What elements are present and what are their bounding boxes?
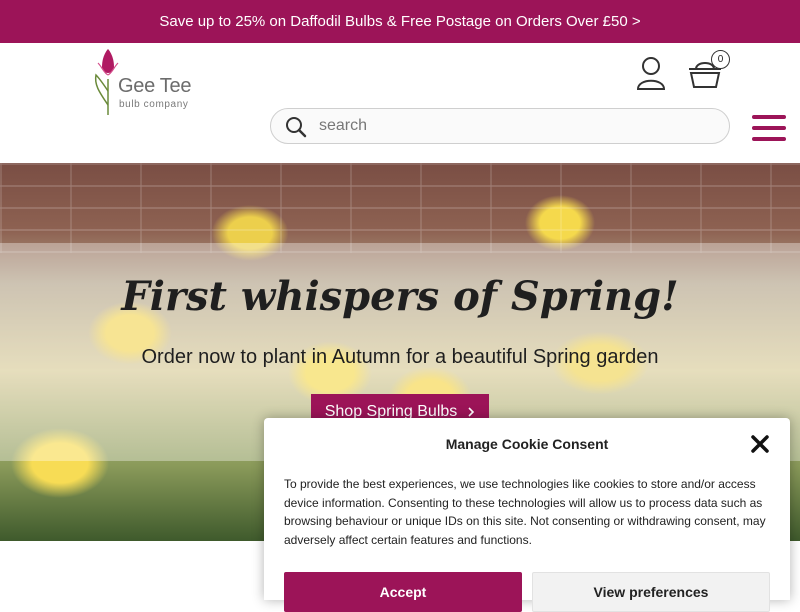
hamburger-menu-icon[interactable] xyxy=(752,115,786,143)
search-bar xyxy=(270,108,730,144)
close-icon[interactable] xyxy=(750,434,770,454)
account-icon[interactable] xyxy=(636,56,666,90)
cookie-consent-title: Manage Cookie Consent xyxy=(445,436,609,452)
hero-title: First whispers of Spring! xyxy=(121,273,679,320)
hero-background-image xyxy=(0,163,800,253)
basket-count-badge: 0 xyxy=(711,50,730,69)
logo-tagline: bulb company xyxy=(119,99,189,110)
promo-banner: Save up to 25% on Daffodil Bulbs & Free … xyxy=(0,0,800,43)
promo-banner-link[interactable]: Save up to 25% on Daffodil Bulbs & Free … xyxy=(159,13,640,30)
site-header: Gee Tee bulb company 0 xyxy=(0,43,800,163)
cookie-consent-body: To provide the best experiences, we use … xyxy=(284,477,766,547)
chevron-right-icon xyxy=(468,407,475,417)
cookie-consent-dialog: Manage Cookie Consent To provide the bes… xyxy=(264,418,790,612)
view-preferences-button[interactable]: View preferences xyxy=(532,572,770,612)
search-input[interactable] xyxy=(319,112,709,140)
logo-name: Gee Tee xyxy=(118,75,192,97)
search-icon[interactable] xyxy=(285,116,307,138)
logo[interactable]: Gee Tee bulb company xyxy=(88,45,203,119)
accept-button[interactable]: Accept xyxy=(284,572,522,612)
hero-subtitle: Order now to plant in Autumn for a beaut… xyxy=(141,346,659,368)
